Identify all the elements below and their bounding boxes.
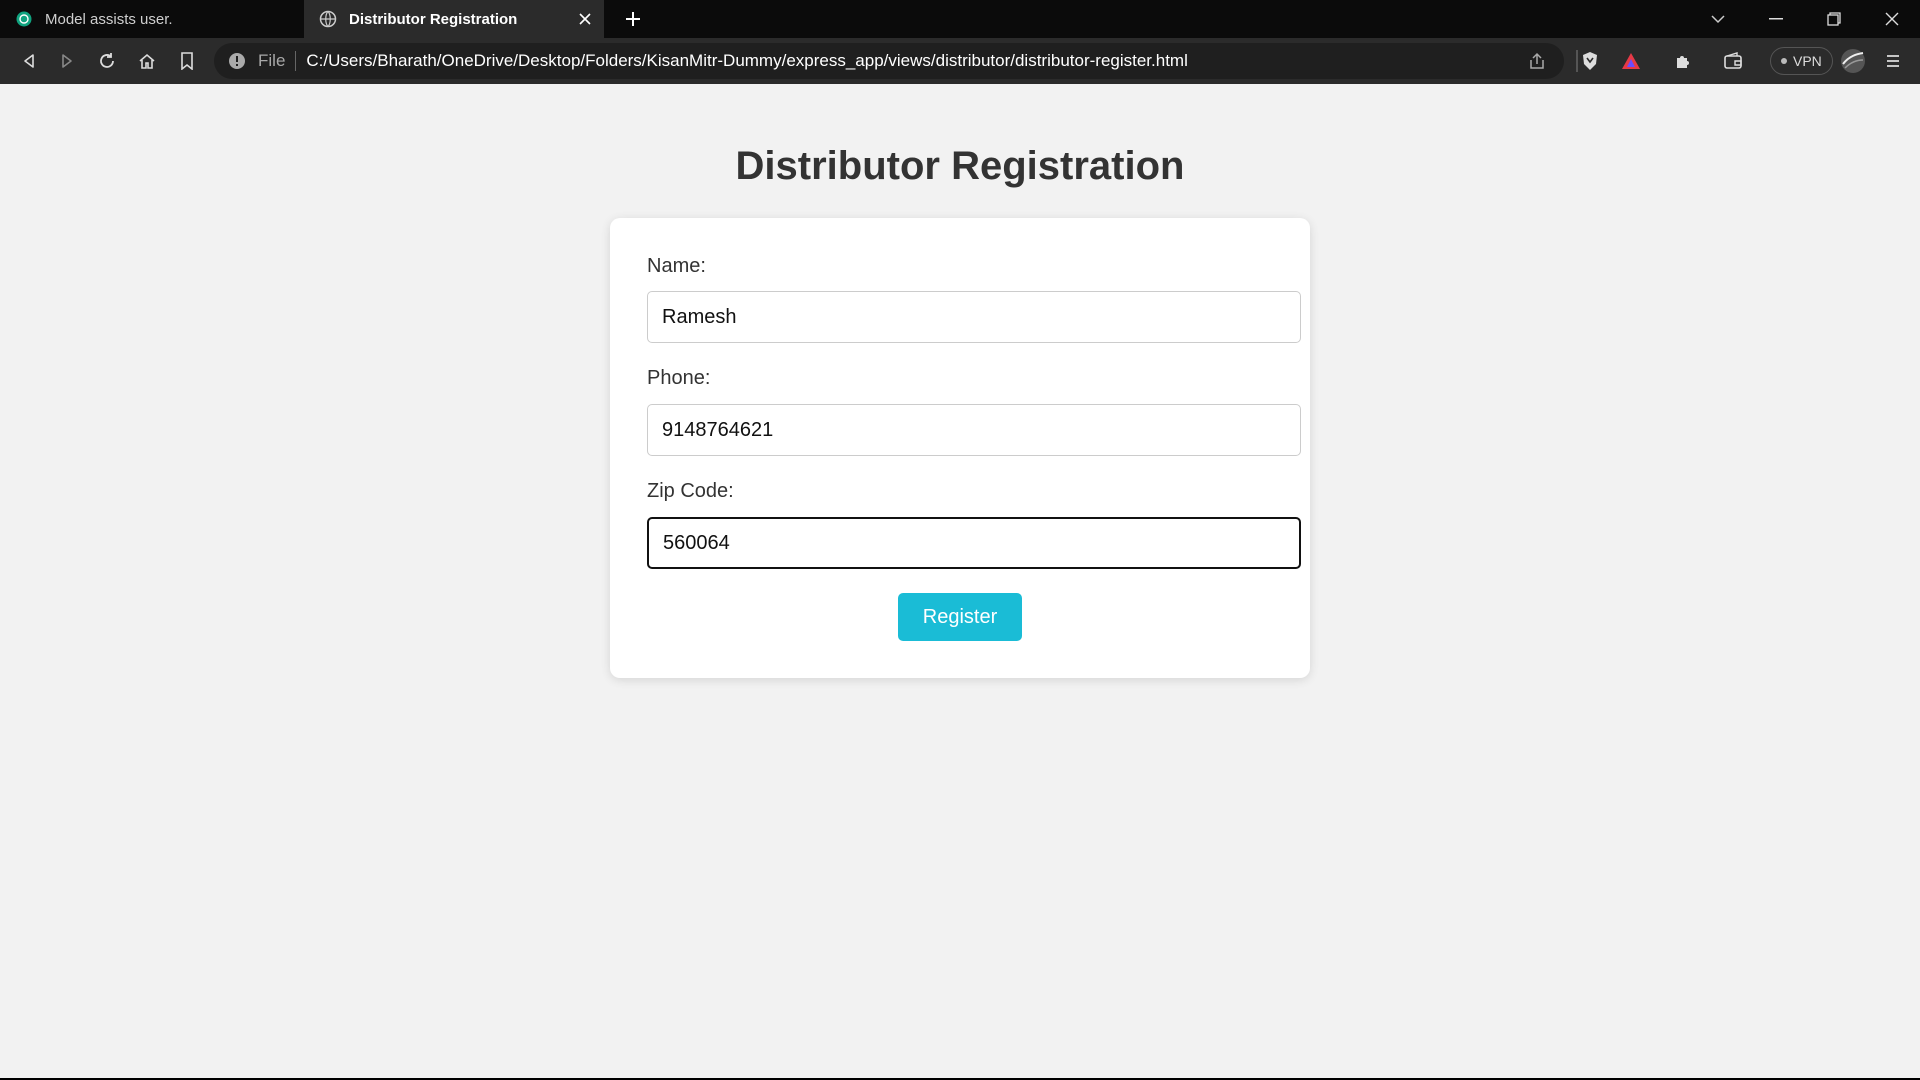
tab-title: Model assists user. [45,10,173,28]
vpn-label: VPN [1793,53,1822,69]
reload-button[interactable] [92,46,122,76]
tab-bar: Model assists user. Distributor Registra… [0,0,1920,38]
tab-title: Distributor Registration [349,10,518,28]
close-tab-icon[interactable] [574,8,596,30]
minimize-button[interactable] [1748,0,1804,38]
vpn-button[interactable]: VPN [1770,47,1833,75]
zip-code-label: Zip Code: [647,480,734,502]
phone-input[interactable] [647,404,1301,456]
page-content: Distributor Registration Name: Phone: Zi… [0,84,1920,1078]
page-title: Distributor Registration [735,144,1185,188]
new-tab-button[interactable] [620,6,646,32]
tab-model-assists[interactable]: Model assists user. [0,0,302,38]
extensions-icon[interactable] [1668,46,1698,76]
tab-search-icon[interactable] [1690,0,1746,38]
phone-label: Phone: [647,367,711,389]
brave-rewards-icon[interactable] [1616,46,1646,76]
brave-shield-icon[interactable] [1575,46,1605,76]
menu-icon[interactable] [1878,46,1908,76]
browser-toolbar: File C:/Users/Bharath/OneDrive/Desktop/F… [0,38,1920,84]
name-label: Name: [647,255,706,277]
info-icon[interactable] [226,50,248,72]
register-button[interactable]: Register [898,593,1022,641]
url-text[interactable]: C:/Users/Bharath/OneDrive/Desktop/Folder… [306,51,1524,71]
name-input[interactable] [647,291,1301,343]
scheme-label: File [258,51,286,70]
restore-button[interactable] [1806,0,1862,38]
zip-code-input[interactable] [647,517,1301,569]
profile-avatar[interactable] [1838,46,1868,76]
share-icon[interactable] [1524,48,1550,74]
back-button[interactable] [14,46,44,76]
forward-button[interactable] [52,46,82,76]
vpn-status-icon [1781,58,1787,64]
address-separator [295,51,297,71]
globe-icon [319,10,337,28]
close-window-button[interactable] [1864,0,1920,38]
wallet-icon[interactable] [1718,46,1748,76]
home-button[interactable] [132,46,162,76]
tab-distributor-registration[interactable]: Distributor Registration [304,0,604,38]
openai-icon [15,10,33,28]
registration-form: Name: Phone: Zip Code: Register [610,218,1310,678]
address-bar[interactable]: File C:/Users/Bharath/OneDrive/Desktop/F… [214,43,1564,79]
bookmark-button[interactable] [172,46,202,76]
